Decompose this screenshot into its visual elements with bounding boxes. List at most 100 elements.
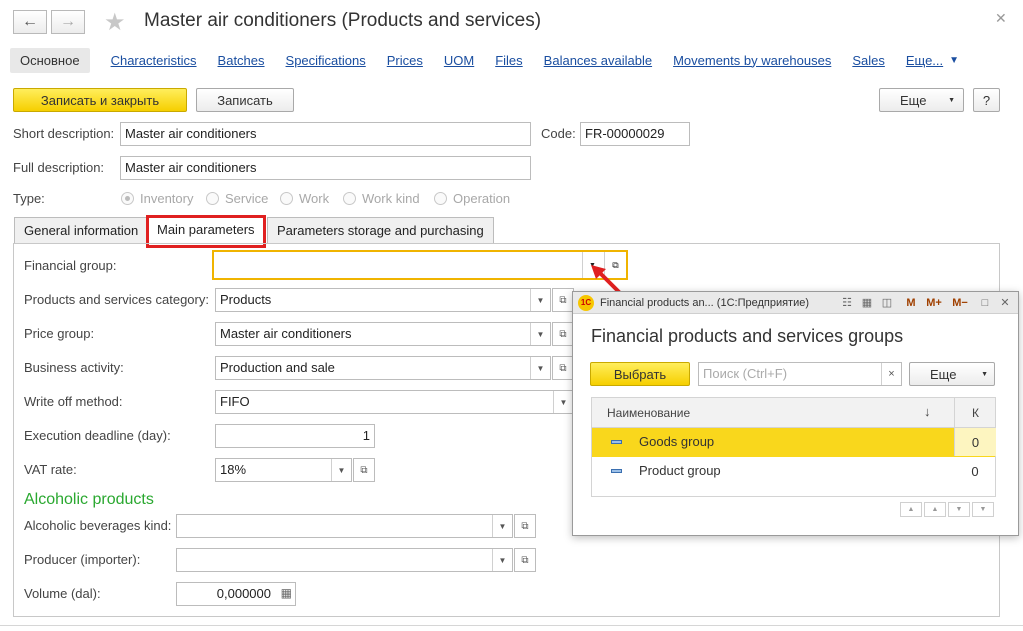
type-radio-work[interactable]: Work <box>280 191 329 206</box>
write-off-field[interactable]: FIFO ▼ <box>215 390 574 414</box>
selection-popup: 1С Financial products an... (1С:Предприя… <box>572 291 1019 536</box>
type-label: Type: <box>13 191 45 206</box>
dropdown-button[interactable]: ▼ <box>530 289 550 311</box>
help-button[interactable]: ? <box>973 88 1000 112</box>
chevron-down-icon: ▼ <box>981 370 988 378</box>
maximize-icon[interactable]: □ <box>978 296 992 310</box>
forward-button[interactable]: → <box>51 10 85 34</box>
select-button[interactable]: Выбрать <box>590 362 690 386</box>
close-icon[interactable]: ✕ <box>998 296 1012 310</box>
tab-characteristics[interactable]: Characteristics <box>111 53 197 68</box>
memory-minus-icon[interactable]: M− <box>950 296 970 310</box>
dropdown-button[interactable]: ▼ <box>553 391 573 413</box>
code-label: Code: <box>541 126 576 141</box>
chevron-down-icon: ▼ <box>948 96 955 104</box>
write-off-label: Write off method: <box>24 394 123 409</box>
tab-main[interactable]: Основное <box>10 47 90 73</box>
save-and-close-button[interactable]: Записать и закрыть <box>13 88 187 112</box>
group-icon <box>611 440 622 444</box>
table-body-end <box>591 486 996 497</box>
dropdown-button[interactable]: ▼ <box>492 549 512 571</box>
sort-arrow-icon: ↓ <box>924 404 931 419</box>
dropdown-button[interactable]: ▼ <box>530 357 550 379</box>
scroll-controls: ▲ ▲ ▼ ▼ <box>900 502 994 517</box>
volume-field[interactable]: 0,000000 ▦ <box>176 582 296 606</box>
scroll-down-icon[interactable]: ▼ <box>948 502 970 517</box>
dropdown-button[interactable]: ▼ <box>492 515 512 537</box>
tab-batches[interactable]: Batches <box>218 53 265 68</box>
producer-label: Producer (importer): <box>24 552 141 567</box>
open-icon[interactable]: ⧉ <box>552 288 574 312</box>
table-row[interactable]: Product group 0 <box>591 457 996 486</box>
business-activity-label: Business activity: <box>24 360 124 375</box>
popup-window-title: Financial products an... (1С:Предприятие… <box>600 296 810 309</box>
column-header-k[interactable]: К <box>954 398 996 427</box>
scroll-bottom-icon[interactable]: ▼ <box>972 502 994 517</box>
memory-icon[interactable]: M <box>904 296 918 310</box>
alcohol-kind-field[interactable]: ▼ <box>176 514 513 538</box>
category-label: Products and services category: <box>24 292 209 307</box>
popup-more-button[interactable]: Еще ▼ <box>909 362 995 386</box>
table-row[interactable]: Goods group 0 <box>591 428 996 457</box>
short-description-field[interactable]: Master air conditioners <box>120 122 531 146</box>
scroll-up-icon[interactable]: ▲ <box>924 502 946 517</box>
type-radio-work-kind[interactable]: Work kind <box>343 191 420 206</box>
full-description-label: Full description: <box>13 160 105 175</box>
open-icon[interactable]: ⧉ <box>514 514 536 538</box>
column-header-name[interactable]: Наименование <box>607 406 690 420</box>
clear-icon[interactable]: × <box>881 363 901 385</box>
arrow-right-icon: → <box>60 13 76 30</box>
tab-movements[interactable]: Movements by warehouses <box>673 53 831 68</box>
close-icon[interactable]: ✕ <box>995 10 1007 27</box>
open-icon[interactable]: ⧉ <box>514 548 536 572</box>
tab-uom[interactable]: UOM <box>444 53 474 68</box>
1c-logo-icon: 1С <box>578 294 594 311</box>
calendar-icon[interactable]: ◫ <box>880 296 894 310</box>
search-input[interactable]: Поиск (Ctrl+F) × <box>698 362 902 386</box>
popup-heading: Financial products and services groups <box>591 326 904 346</box>
tab-sales[interactable]: Sales <box>852 53 885 68</box>
radio-circle <box>434 192 447 205</box>
radio-circle <box>206 192 219 205</box>
tab-prices[interactable]: Prices <box>387 53 423 68</box>
open-icon[interactable]: ⧉ <box>353 458 375 482</box>
producer-field[interactable]: ▼ <box>176 548 513 572</box>
section-title: Alcoholic products <box>24 491 154 508</box>
dropdown-button[interactable]: ▼ <box>331 459 351 481</box>
form-navigation: Основное Characteristics Batches Specifi… <box>10 47 959 73</box>
more-button[interactable]: Еще ▼ <box>879 88 964 112</box>
tab-balances[interactable]: Balances available <box>544 53 652 68</box>
business-activity-field[interactable]: Production and sale ▼ <box>215 356 551 380</box>
tab-general-information[interactable]: General information <box>14 217 149 244</box>
calculator-icon[interactable]: ▦ <box>860 296 874 310</box>
category-field[interactable]: Products ▼ <box>215 288 551 312</box>
open-icon[interactable]: ⧉ <box>552 322 574 346</box>
price-group-field[interactable]: Master air conditioners ▼ <box>215 322 551 346</box>
scroll-top-icon[interactable]: ▲ <box>900 502 922 517</box>
radio-circle <box>121 192 134 205</box>
code-field[interactable]: FR-00000029 <box>580 122 690 146</box>
save-button[interactable]: Записать <box>196 88 294 112</box>
tab-storage-purchasing[interactable]: Parameters storage and purchasing <box>267 217 494 244</box>
tab-more[interactable]: Еще... <box>906 53 943 68</box>
tab-specifications[interactable]: Specifications <box>286 53 366 68</box>
type-radio-inventory[interactable]: Inventory <box>121 191 193 206</box>
calculator-icon[interactable]: ▦ <box>281 586 292 600</box>
volume-label: Volume (dal): <box>24 586 101 601</box>
type-radio-operation[interactable]: Operation <box>434 191 510 206</box>
vat-rate-field[interactable]: 18% ▼ <box>215 458 352 482</box>
dropdown-button[interactable]: ▼ <box>530 323 550 345</box>
full-description-field[interactable]: Master air conditioners <box>120 156 531 180</box>
chevron-down-icon[interactable]: ▼ <box>949 55 959 66</box>
copy-icon[interactable]: ☷ <box>840 296 854 310</box>
type-radio-service[interactable]: Service <box>206 191 268 206</box>
deadline-field[interactable]: 1 <box>215 424 375 448</box>
back-button[interactable]: ← <box>13 10 47 34</box>
table-header: Наименование ↓ К <box>591 397 996 428</box>
star-icon[interactable]: ★ <box>104 8 126 37</box>
open-icon[interactable]: ⧉ <box>552 356 574 380</box>
financial-group-field[interactable]: ▼ ⧉ <box>212 250 628 280</box>
arrow-left-icon: ← <box>22 13 38 30</box>
tab-files[interactable]: Files <box>495 53 522 68</box>
memory-plus-icon[interactable]: M+ <box>924 296 944 310</box>
